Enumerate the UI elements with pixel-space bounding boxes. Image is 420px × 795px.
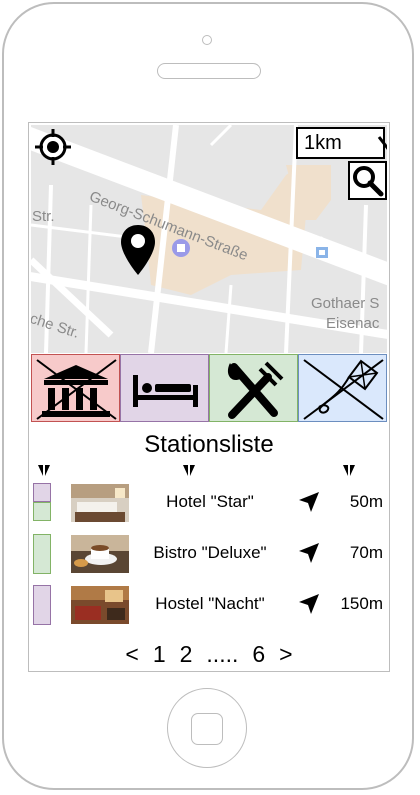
camera-icon [202, 35, 212, 45]
bistro-thumbnail [71, 535, 129, 573]
cutlery-icon [227, 361, 284, 419]
station-distance: 150m [340, 594, 383, 613]
app-screen: Georg-Schumann-Straße Str. Gothaer S Eis… [28, 122, 390, 672]
distance-value: 1km [304, 131, 342, 154]
prev-page-button[interactable]: < [125, 641, 138, 668]
category-lodging-button[interactable] [120, 354, 209, 422]
station-name: Hotel "Star" [166, 492, 254, 511]
navigation-arrow-icon[interactable] [297, 541, 321, 570]
my-location-icon[interactable] [34, 128, 72, 166]
station-list-item[interactable]: Hostel "Nacht" 150m [29, 584, 389, 626]
sort-arrows-icon[interactable] [342, 464, 356, 482]
category-color-indicator [33, 502, 51, 521]
street-label: Eisenac [326, 315, 380, 332]
station-list-item[interactable]: Bistro "Deluxe" 70m [29, 533, 389, 575]
museum-icon [36, 359, 117, 420]
category-color-indicator [33, 534, 51, 574]
sort-arrows-icon[interactable] [182, 464, 196, 482]
category-leisure-button[interactable] [298, 354, 387, 422]
speaker-grille [157, 63, 261, 79]
category-color-indicator [33, 585, 51, 625]
station-distance: 50m [349, 492, 383, 511]
next-page-button[interactable]: > [279, 641, 292, 668]
sort-arrows-icon[interactable] [37, 464, 51, 482]
street-label: Str. [32, 208, 55, 225]
station-list-title: Stationsliste [144, 431, 274, 458]
hostel-thumbnail [71, 586, 129, 624]
map-view[interactable]: Georg-Schumann-Straße Str. Gothaer S Eis… [31, 125, 387, 353]
navigation-arrow-icon[interactable] [297, 592, 321, 621]
search-button[interactable] [348, 161, 387, 200]
kite-icon [303, 359, 384, 420]
bed-icon [133, 375, 198, 407]
station-list-item[interactable]: Hotel "Star" 50m [29, 482, 389, 524]
station-name: Bistro "Deluxe" [153, 543, 267, 562]
distance-dropdown[interactable]: 1km [296, 127, 387, 159]
home-button-icon [191, 713, 223, 745]
street-label: Gothaer S [311, 295, 380, 312]
category-food-button[interactable] [209, 354, 298, 422]
page-link-last[interactable]: 6 [252, 641, 265, 668]
navigation-arrow-icon[interactable] [297, 490, 321, 519]
page-link-1[interactable]: 1 [153, 641, 166, 668]
category-sights-button[interactable] [31, 354, 120, 422]
page-link-2[interactable]: 2 [180, 641, 193, 668]
station-name: Hostel "Nacht" [155, 594, 265, 613]
hotel-thumbnail [71, 484, 129, 522]
page-ellipsis: ..... [206, 641, 239, 667]
category-bar [31, 354, 387, 422]
category-color-indicator [33, 483, 51, 502]
station-distance: 70m [349, 543, 383, 562]
search-icon [353, 166, 384, 197]
pagination: < 1 2 ..... 6 > [29, 641, 389, 668]
